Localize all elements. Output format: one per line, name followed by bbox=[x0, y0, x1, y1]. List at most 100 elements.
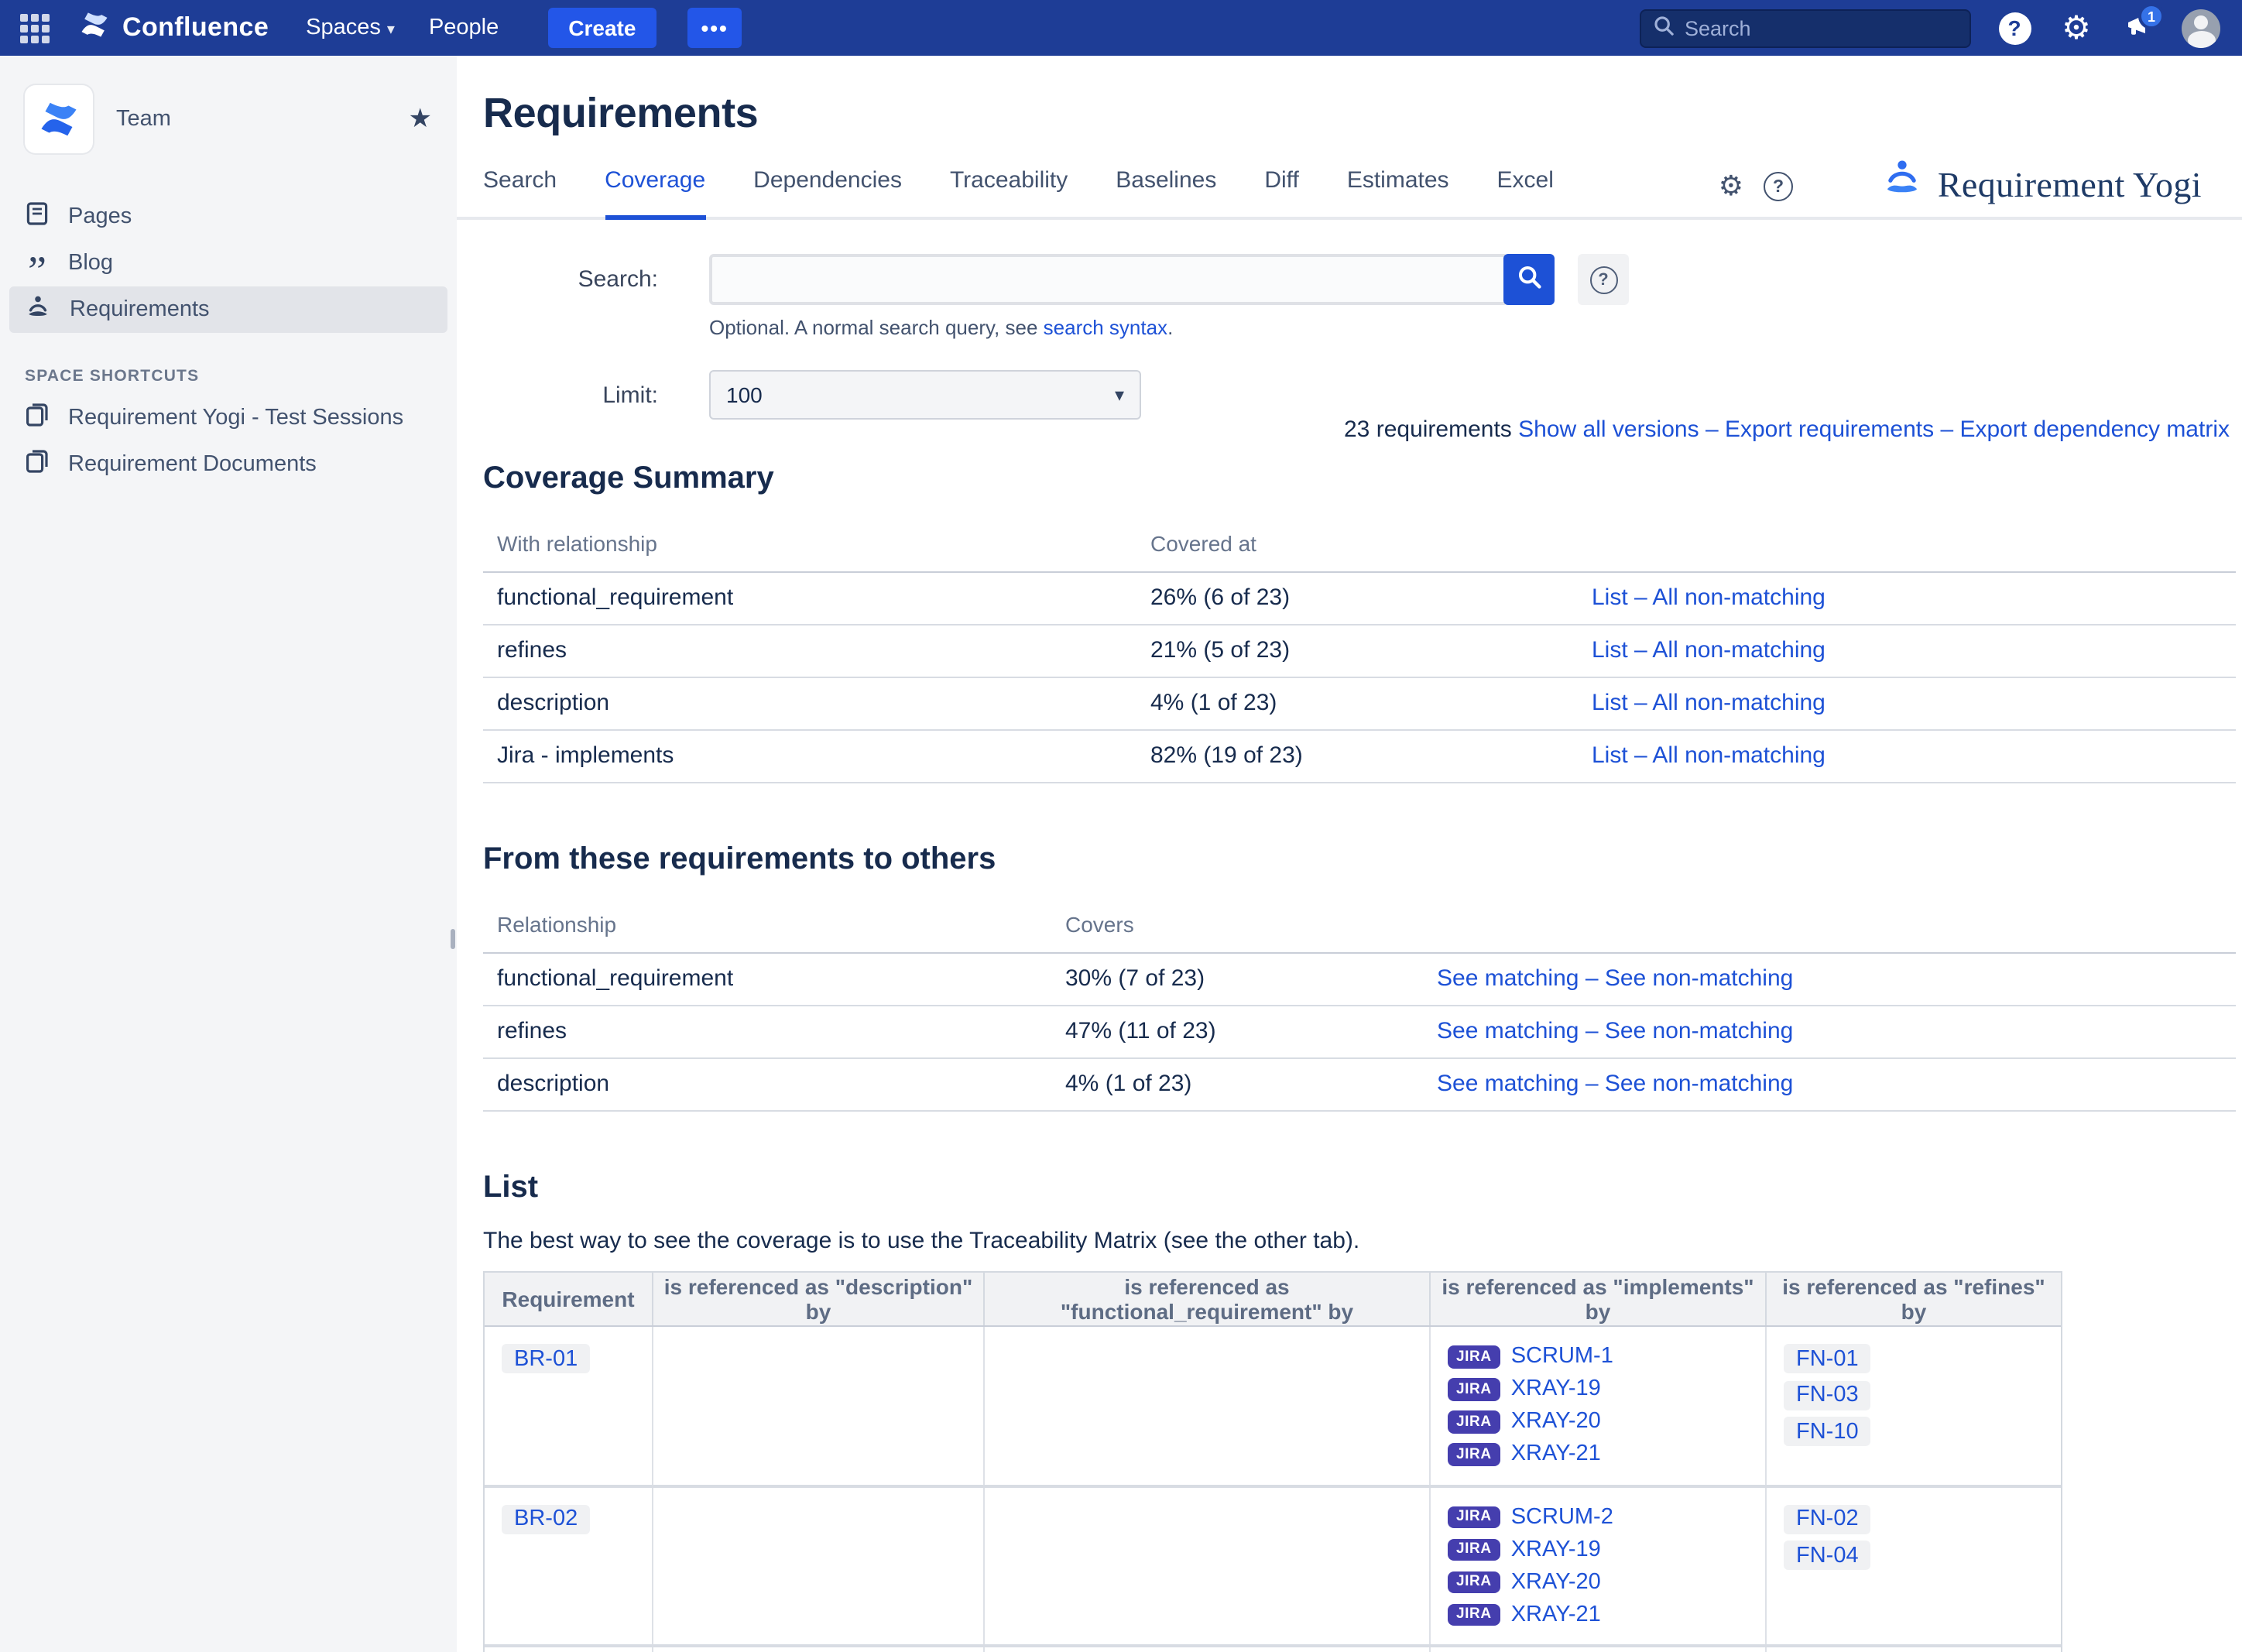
tab-baselines[interactable]: Baselines bbox=[1116, 167, 1216, 220]
tab-excel[interactable]: Excel bbox=[1497, 167, 1554, 220]
limit-select[interactable]: 100 ▾ bbox=[709, 370, 1141, 420]
search-icon bbox=[1654, 15, 1674, 40]
table-row-br-03: BR-03 JIRASCRUM-3 FN-04 bbox=[485, 1647, 2061, 1652]
search-syntax-link[interactable]: search syntax bbox=[1044, 316, 1167, 339]
all-non-matching-link[interactable]: All non-matching bbox=[1652, 690, 1825, 716]
requirement-search-input[interactable] bbox=[709, 254, 1508, 305]
jira-badge: JIRA bbox=[1448, 1378, 1500, 1400]
jira-issue[interactable]: XRAY-19 bbox=[1511, 1377, 1601, 1402]
tab-dependencies[interactable]: Dependencies bbox=[753, 167, 902, 220]
yogi-icon bbox=[25, 293, 51, 326]
see-matching-link[interactable]: See matching bbox=[1437, 1018, 1579, 1044]
functional-requirement-cell bbox=[985, 1487, 1431, 1644]
space-logo[interactable] bbox=[25, 85, 93, 153]
top-navbar: Confluence Spaces▾ People Create ••• Sea… bbox=[0, 0, 2242, 56]
shortcut-icon bbox=[25, 449, 50, 480]
space-shortcuts-title: SPACE SHORTCUTS bbox=[0, 333, 457, 395]
sidebar-item-pages[interactable]: Pages bbox=[9, 194, 447, 240]
question-icon: ? bbox=[1998, 12, 2031, 44]
see-non-matching-link[interactable]: See non-matching bbox=[1605, 965, 1794, 992]
shortcut-test-sessions[interactable]: Requirement Yogi - Test Sessions bbox=[9, 395, 447, 441]
sidebar-item-blog[interactable]: ” Blog bbox=[9, 240, 447, 286]
jira-issue[interactable]: XRAY-20 bbox=[1511, 1410, 1601, 1434]
column-header: Requirement bbox=[485, 1273, 653, 1325]
limit-value: 100 bbox=[726, 382, 763, 407]
description-cell bbox=[653, 1327, 985, 1484]
chevron-down-icon: ▾ bbox=[1115, 384, 1124, 406]
global-search-placeholder: Search bbox=[1685, 16, 1751, 39]
confluence-logo[interactable]: Confluence bbox=[77, 7, 269, 49]
jira-badge: JIRA bbox=[1448, 1345, 1500, 1368]
tab-traceability[interactable]: Traceability bbox=[950, 167, 1068, 220]
all-non-matching-link[interactable]: All non-matching bbox=[1652, 584, 1825, 611]
global-search-input[interactable]: Search bbox=[1640, 9, 1971, 47]
nav-people[interactable]: People bbox=[429, 15, 499, 40]
space-name[interactable]: Team bbox=[116, 107, 171, 132]
jira-issue[interactable]: XRAY-20 bbox=[1511, 1570, 1601, 1595]
shortcut-icon bbox=[25, 403, 50, 434]
show-all-versions-link[interactable]: Show all versions bbox=[1518, 416, 1699, 443]
nav-spaces[interactable]: Spaces▾ bbox=[306, 15, 395, 40]
export-requirements-link[interactable]: Export requirements bbox=[1725, 416, 1934, 443]
shortcut-label: Requirement Yogi - Test Sessions bbox=[68, 406, 403, 430]
notifications-button[interactable]: 1 bbox=[2120, 9, 2157, 46]
jira-issue-link: JIRASCRUM-2 bbox=[1448, 1504, 1748, 1530]
jira-issue[interactable]: SCRUM-1 bbox=[1511, 1345, 1613, 1369]
requirement-chip[interactable]: FN-01 bbox=[1784, 1344, 1871, 1373]
functional-requirement-cell bbox=[985, 1647, 1431, 1652]
page-title: Requirements bbox=[483, 90, 758, 138]
question-icon: ? bbox=[1589, 266, 1617, 293]
jira-issue-link: JIRAXRAY-19 bbox=[1448, 1537, 1748, 1562]
functional-requirement-cell bbox=[985, 1327, 1431, 1484]
list-title: List bbox=[483, 1170, 538, 1206]
chevron-down-icon: ▾ bbox=[387, 22, 395, 39]
settings-button[interactable]: ⚙ bbox=[2058, 9, 2095, 46]
app-switcher-icon[interactable] bbox=[20, 13, 50, 43]
pages-icon bbox=[25, 201, 50, 232]
tab-coverage[interactable]: Coverage bbox=[605, 167, 705, 220]
see-matching-link[interactable]: See matching bbox=[1437, 965, 1579, 992]
requirement-chip[interactable]: FN-03 bbox=[1784, 1380, 1871, 1410]
tab-search[interactable]: Search bbox=[483, 167, 557, 220]
jira-issue[interactable]: XRAY-21 bbox=[1511, 1442, 1601, 1467]
tab-diff[interactable]: Diff bbox=[1264, 167, 1298, 220]
see-matching-link[interactable]: See matching bbox=[1437, 1071, 1579, 1097]
requirement-chip[interactable]: BR-01 bbox=[502, 1344, 590, 1373]
help-button[interactable]: ? bbox=[1996, 9, 2033, 46]
list-link[interactable]: List bbox=[1592, 584, 1628, 611]
tab-estimates[interactable]: Estimates bbox=[1347, 167, 1449, 220]
quote-icon: ” bbox=[25, 263, 50, 279]
confluence-wordmark: Confluence bbox=[122, 12, 269, 43]
search-help-button[interactable]: ? bbox=[1578, 254, 1629, 305]
coverage-help-icon[interactable]: ? bbox=[1764, 172, 1793, 201]
create-more-button[interactable]: ••• bbox=[687, 8, 742, 48]
see-non-matching-link[interactable]: See non-matching bbox=[1605, 1018, 1794, 1044]
coverage-settings-gear-icon[interactable]: ⚙ bbox=[1719, 170, 1743, 203]
search-label: Search: bbox=[483, 266, 658, 293]
jira-issue[interactable]: XRAY-19 bbox=[1511, 1537, 1601, 1562]
run-search-button[interactable] bbox=[1503, 254, 1555, 305]
sidebar-item-requirements[interactable]: Requirements bbox=[9, 286, 447, 333]
requirement-chip[interactable]: BR-02 bbox=[502, 1504, 590, 1534]
all-non-matching-link[interactable]: All non-matching bbox=[1652, 742, 1825, 769]
requirement-chip[interactable]: FN-10 bbox=[1784, 1417, 1871, 1446]
create-button[interactable]: Create bbox=[548, 8, 656, 48]
shortcut-requirement-documents[interactable]: Requirement Documents bbox=[9, 441, 447, 488]
export-dependency-matrix-link[interactable]: Export dependency matrix bbox=[1959, 416, 2230, 443]
jira-issue-link: JIRAXRAY-21 bbox=[1448, 1602, 1748, 1627]
jira-issue[interactable]: XRAY-21 bbox=[1511, 1602, 1601, 1627]
requirement-chip[interactable]: FN-04 bbox=[1784, 1541, 1871, 1570]
list-link[interactable]: List bbox=[1592, 690, 1628, 716]
from-these-title: From these requirements to others bbox=[483, 842, 996, 878]
all-non-matching-link[interactable]: All non-matching bbox=[1652, 637, 1825, 663]
list-link[interactable]: List bbox=[1592, 637, 1628, 663]
jira-issue[interactable]: SCRUM-2 bbox=[1511, 1505, 1613, 1530]
jira-badge: JIRA bbox=[1448, 1571, 1500, 1593]
see-non-matching-link[interactable]: See non-matching bbox=[1605, 1071, 1794, 1097]
jira-badge: JIRA bbox=[1448, 1443, 1500, 1465]
jira-issue-link: JIRA XRAY-20 bbox=[1448, 1569, 1748, 1595]
star-icon[interactable]: ★ bbox=[409, 104, 433, 135]
list-link[interactable]: List bbox=[1592, 742, 1628, 769]
user-avatar[interactable] bbox=[2182, 9, 2220, 47]
requirement-chip[interactable]: FN-02 bbox=[1784, 1504, 1871, 1534]
